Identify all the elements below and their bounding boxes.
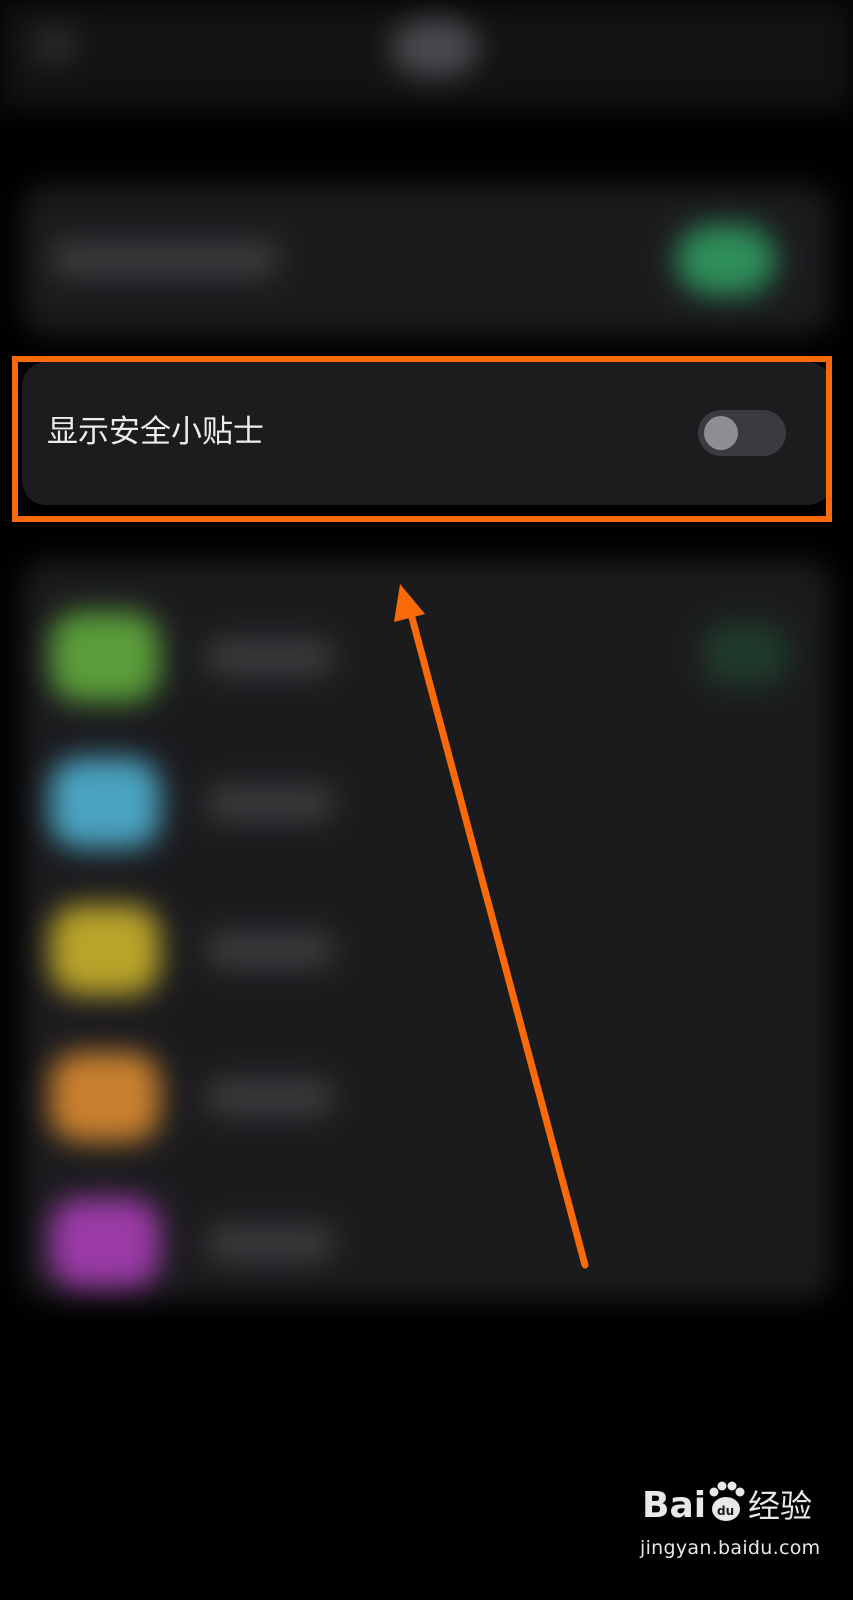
blurred-status-icon	[390, 18, 480, 78]
setting-label: 显示安全小贴士	[47, 414, 264, 450]
blurred-app-name	[205, 931, 335, 969]
blurred-app-name	[205, 784, 335, 822]
purple-app-icon	[50, 1198, 160, 1288]
svg-text:经验: 经验	[748, 1487, 812, 1525]
watermark-url: jingyan.baidu.com	[640, 1537, 821, 1559]
baidu-jingyan-logo: Bai du 经验	[642, 1481, 812, 1526]
svg-text:Bai: Bai	[642, 1485, 706, 1526]
green-app-icon	[50, 612, 160, 702]
security-tips-toggle[interactable]	[698, 410, 786, 456]
blurred-setting-label	[50, 240, 280, 278]
baidu-jingyan-watermark: Bai du 经验 jingyan.baidu.com	[640, 1475, 840, 1585]
blurred-app-name	[205, 1078, 335, 1116]
blurred-app-name	[205, 638, 335, 676]
blurred-background	[0, 0, 853, 1600]
orange-app-icon	[50, 1052, 160, 1142]
blurred-back-icon	[30, 25, 80, 65]
cyan-app-icon	[50, 758, 160, 848]
toggle-knob	[704, 416, 738, 450]
blurred-app-name	[205, 1224, 335, 1262]
show-security-tips-row[interactable]: 显示安全小贴士	[22, 362, 832, 505]
svg-text:du: du	[717, 1504, 734, 1518]
blurred-app-toggle	[700, 622, 790, 686]
yellow-app-icon	[50, 905, 160, 995]
blurred-toggle-on	[676, 225, 776, 295]
